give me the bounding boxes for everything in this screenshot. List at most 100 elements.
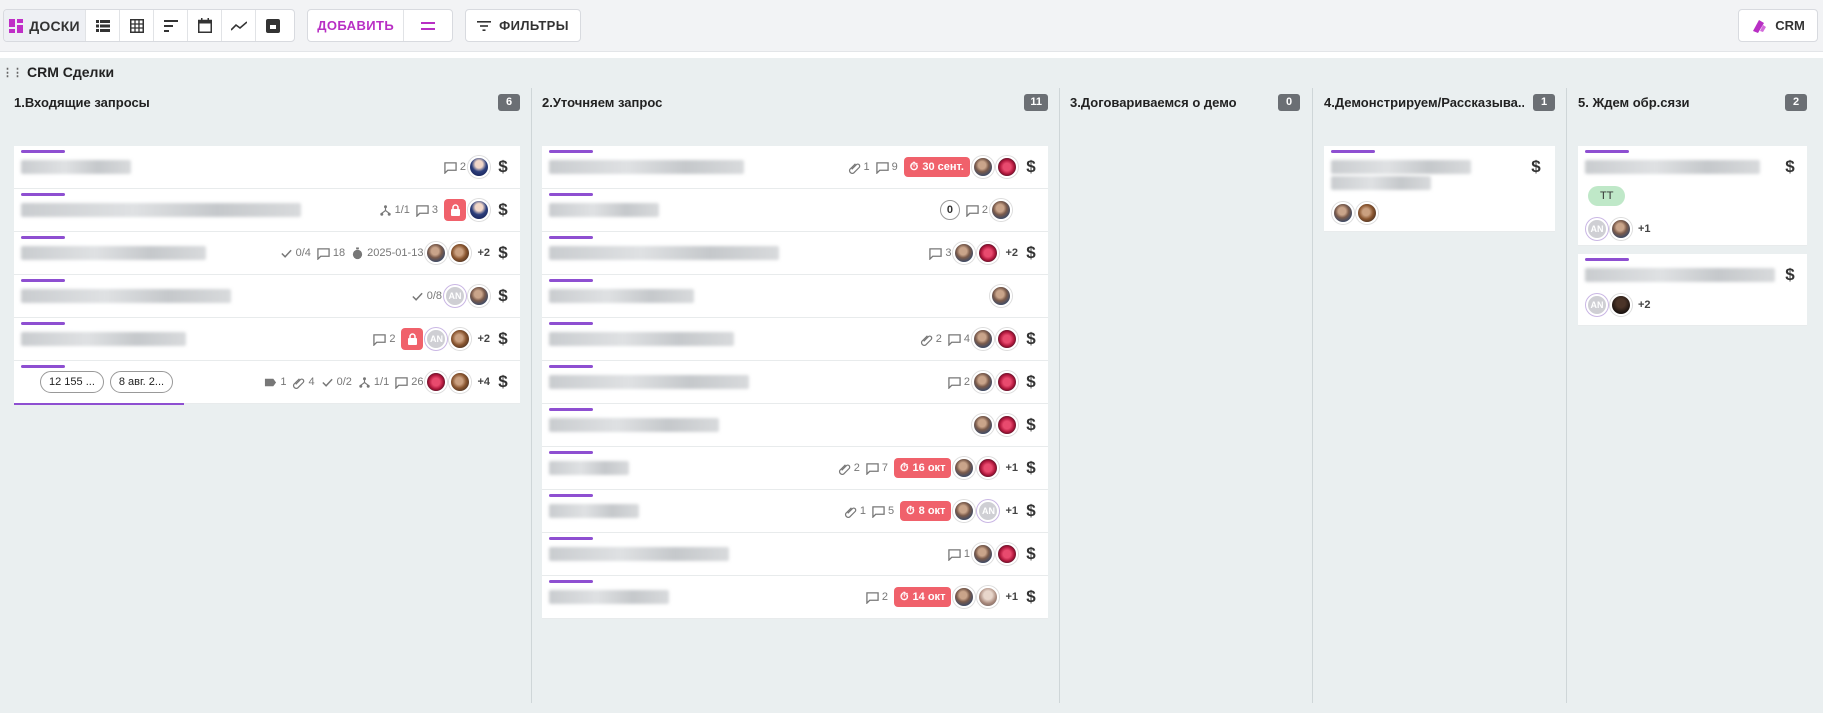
avatar[interactable]	[953, 586, 976, 608]
dollar-icon[interactable]: $	[1783, 265, 1797, 285]
avatar[interactable]	[977, 586, 1000, 608]
more-assignees[interactable]: +1	[1005, 591, 1018, 603]
dollar-icon[interactable]: $	[496, 372, 510, 392]
dollar-icon[interactable]: $	[496, 200, 510, 220]
avatar[interactable]	[1356, 202, 1378, 224]
deal-card[interactable]: $ AN +2	[1578, 254, 1807, 326]
dollar-icon[interactable]: $	[1024, 587, 1038, 607]
avatar[interactable]	[953, 500, 976, 522]
avatar[interactable]	[953, 457, 976, 479]
view-calendar-button[interactable]	[188, 10, 222, 41]
deal-card[interactable]: 12 155 ... 8 авг. 2... 1 4 0/2 1/1 26 +4…	[14, 361, 520, 405]
view-archive-button[interactable]	[256, 10, 290, 41]
drag-handle-icon[interactable]: ⋮⋮	[2, 66, 23, 79]
deal-card[interactable]: 1 $	[542, 533, 1048, 576]
deadline-badge[interactable]: ⏱ 14 окт	[893, 587, 952, 607]
avatar[interactable]	[1610, 294, 1632, 316]
avatar[interactable]	[953, 242, 976, 264]
deal-card[interactable]: 2 $	[14, 146, 520, 189]
more-assignees[interactable]: +1	[1005, 505, 1018, 517]
dollar-icon[interactable]: $	[1024, 544, 1038, 564]
dollar-icon[interactable]: $	[1024, 157, 1038, 177]
avatar[interactable]	[1332, 202, 1354, 224]
avatar[interactable]	[449, 371, 472, 393]
deal-card[interactable]: 2 ⏱ 14 окт +1 $	[542, 576, 1048, 619]
deal-card[interactable]: 1/1 3 $	[14, 189, 520, 232]
avatar[interactable]	[425, 371, 448, 393]
deal-card[interactable]: 3 +2 $	[542, 232, 1048, 275]
avatar[interactable]: AN	[444, 285, 466, 307]
deal-card[interactable]: 0/8 AN $	[14, 275, 520, 318]
dollar-icon[interactable]: $	[496, 286, 510, 306]
dollar-icon[interactable]: $	[1024, 372, 1038, 392]
avatar[interactable]	[468, 156, 490, 178]
view-boards-button[interactable]: ДОСКИ	[4, 10, 86, 41]
dollar-icon[interactable]: $	[496, 157, 510, 177]
avatar[interactable]	[996, 414, 1018, 436]
more-assignees[interactable]: +4	[477, 376, 490, 388]
view-table-button[interactable]	[120, 10, 154, 41]
deal-card[interactable]: $ TT AN +1	[1578, 146, 1807, 246]
avatar[interactable]	[996, 156, 1018, 178]
avatar[interactable]	[996, 328, 1018, 350]
deal-card[interactable]: 0/4 18 2025-01-13 +2 $	[14, 232, 520, 275]
avatar[interactable]: AN	[977, 500, 1000, 522]
dollar-icon[interactable]: $	[1024, 501, 1038, 521]
avatar[interactable]	[449, 328, 472, 350]
avatar[interactable]	[468, 199, 490, 221]
more-assignees[interactable]: +1	[1005, 462, 1018, 474]
more-assignees[interactable]: +2	[477, 247, 490, 259]
deal-card[interactable]: 1 5 ⏱ 8 окт AN +1 $	[542, 490, 1048, 533]
deal-card[interactable]: 2 $	[542, 361, 1048, 404]
avatar[interactable]	[977, 457, 1000, 479]
deadline-badge[interactable]: ⏱ 30 сент.	[903, 157, 970, 177]
avatar[interactable]	[972, 156, 994, 178]
avatar[interactable]	[972, 414, 994, 436]
dollar-icon[interactable]: $	[496, 243, 510, 263]
dollar-icon[interactable]: $	[1529, 157, 1543, 177]
dollar-icon[interactable]: $	[1024, 243, 1038, 263]
filters-button[interactable]: ФИЛЬТРЫ	[465, 9, 581, 42]
dollar-icon[interactable]: $	[1024, 458, 1038, 478]
deal-card[interactable]: 2 4 $	[542, 318, 1048, 361]
avatar[interactable]	[990, 285, 1012, 307]
avatar[interactable]	[990, 199, 1012, 221]
avatar[interactable]	[1610, 218, 1632, 240]
avatar[interactable]	[972, 543, 994, 565]
avatar[interactable]	[425, 242, 448, 264]
deal-card[interactable]: $	[542, 404, 1048, 447]
dollar-icon[interactable]: $	[1783, 157, 1797, 177]
deal-card[interactable]: 2 AN +2 $	[14, 318, 520, 361]
view-list-button[interactable]	[86, 10, 120, 41]
avatar[interactable]: AN	[1586, 294, 1608, 316]
avatar[interactable]	[449, 242, 472, 264]
deal-card[interactable]: 0 2	[542, 189, 1048, 232]
amount-pill[interactable]: 12 155 ...	[40, 371, 104, 393]
deadline-badge[interactable]: ⏱ 8 окт	[900, 501, 952, 521]
avatar[interactable]	[996, 371, 1018, 393]
deadline-badge[interactable]: ⏱ 16 окт	[893, 458, 952, 478]
view-sort-button[interactable]	[154, 10, 188, 41]
deal-card[interactable]: 2 7 ⏱ 16 окт +1 $	[542, 447, 1048, 490]
view-chart-button[interactable]	[222, 10, 256, 41]
avatar[interactable]	[972, 328, 994, 350]
more-assignees[interactable]: +2	[1638, 299, 1651, 311]
deal-card[interactable]: $	[1324, 146, 1555, 232]
add-button[interactable]: ДОБАВИТЬ	[308, 10, 405, 41]
crm-button[interactable]: CRM	[1738, 9, 1818, 42]
more-assignees[interactable]: +2	[1005, 247, 1018, 259]
add-options-button[interactable]	[404, 10, 452, 41]
dollar-icon[interactable]: $	[1024, 329, 1038, 349]
more-assignees[interactable]: +1	[1638, 223, 1651, 235]
date-pill[interactable]: 8 авг. 2...	[109, 371, 174, 393]
avatar[interactable]	[977, 242, 1000, 264]
dollar-icon[interactable]: $	[496, 329, 510, 349]
tag-badge[interactable]: TT	[1588, 186, 1626, 206]
avatar[interactable]	[996, 543, 1018, 565]
dollar-icon[interactable]: $	[1024, 415, 1038, 435]
avatar[interactable]: AN	[425, 328, 448, 350]
avatar[interactable]	[468, 285, 490, 307]
more-assignees[interactable]: +2	[477, 333, 490, 345]
avatar[interactable]	[972, 371, 994, 393]
deal-card[interactable]: 1 9 ⏱ 30 сент. $	[542, 146, 1048, 189]
